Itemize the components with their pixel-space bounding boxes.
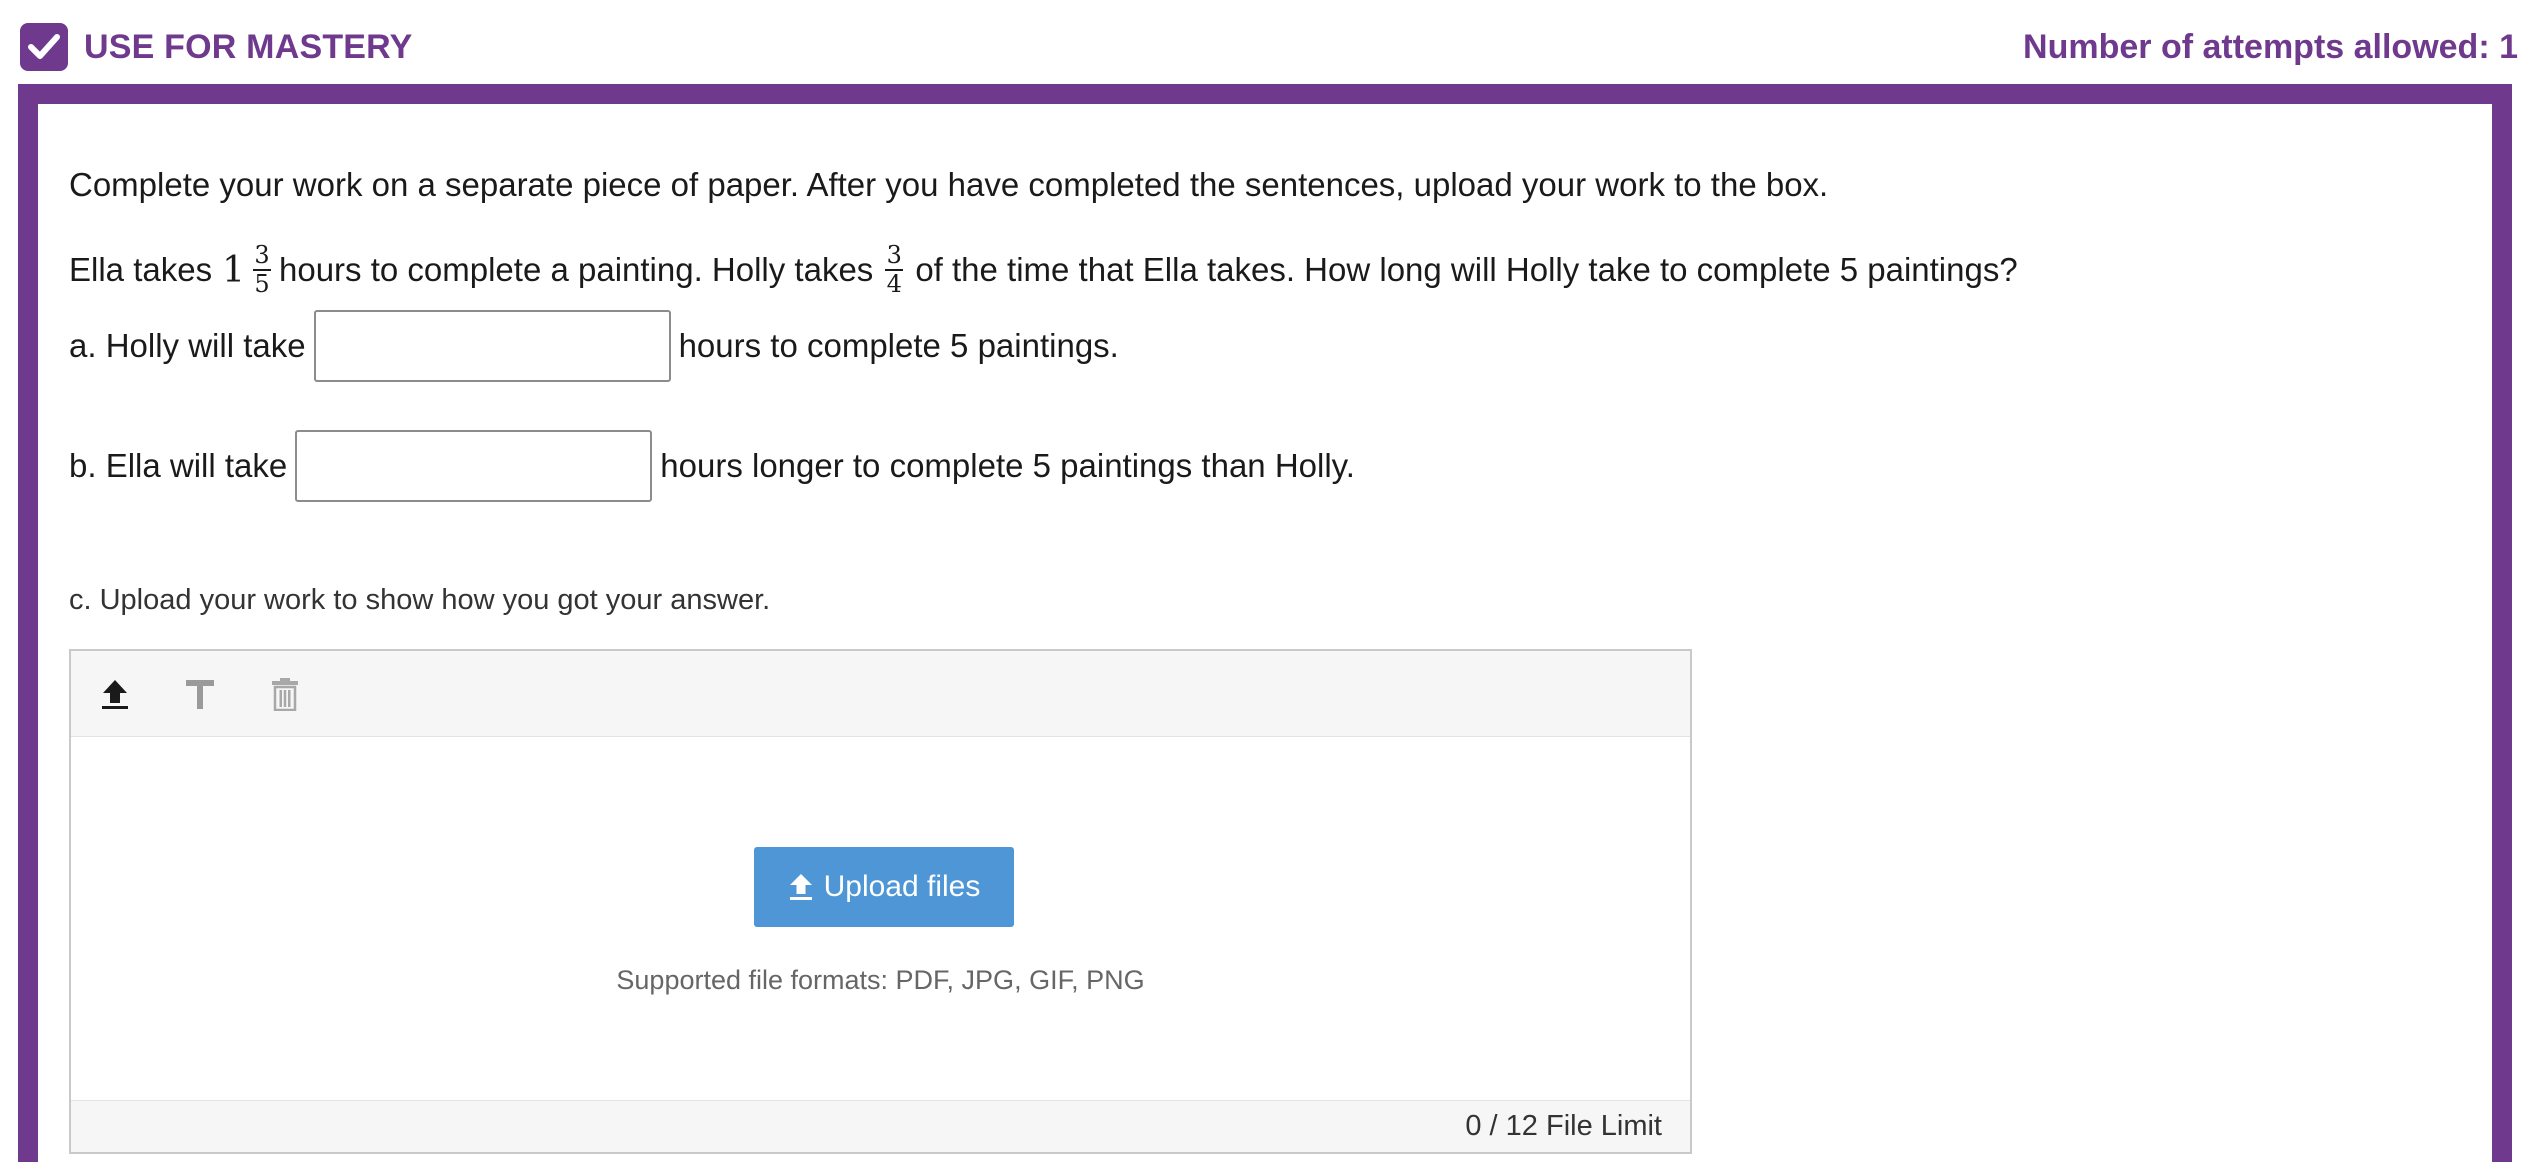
upload-icon[interactable] (93, 672, 137, 716)
ella-time-fraction: 3 5 (252, 241, 271, 298)
attempts-allowed: Number of attempts allowed: 1 (2023, 27, 2518, 66)
part-b-prefix: b. Ella will take (69, 447, 288, 484)
assignment-header: USE FOR MASTERY Number of attempts allow… (0, 0, 2530, 84)
checkbox-checked-icon[interactable] (20, 23, 68, 71)
part-a-suffix: hours to complete 5 paintings. (678, 327, 1119, 364)
problem-text-1: Ella takes (69, 251, 213, 288)
problem-statement: Ella takes 1 3 5 hours to complete a pai… (69, 224, 2018, 316)
fraction-numerator: 3 (886, 241, 902, 269)
upload-files-button[interactable]: Upload files (754, 847, 1014, 927)
part-c-prompt: c. Upload your work to show how you got … (69, 584, 771, 616)
part-b: b. Ella will take hours longer to comple… (69, 429, 1355, 503)
upload-footer: 0 / 12 File Limit (71, 1100, 1690, 1152)
mastery-label: USE FOR MASTERY (84, 27, 413, 66)
part-a-answer-input[interactable] (313, 310, 671, 382)
trash-icon[interactable] (263, 672, 307, 716)
question-frame: Complete your work on a separate piece o… (18, 84, 2512, 1162)
supported-formats-text: Supported file formats: PDF, JPG, GIF, P… (616, 965, 1145, 995)
fraction-numerator: 3 (254, 241, 270, 269)
part-b-suffix: hours longer to complete 5 paintings tha… (660, 447, 1355, 484)
use-for-mastery[interactable]: USE FOR MASTERY (20, 22, 413, 72)
ella-time-mixed-number: 1 3 5 (222, 243, 275, 297)
upload-toolbar (71, 651, 1690, 737)
upload-files-label: Upload files (823, 870, 981, 903)
holly-fraction: 3 4 (885, 241, 904, 298)
fraction-denominator: 4 (886, 270, 902, 298)
ella-time-whole: 1 (222, 249, 245, 291)
instruction-text: Complete your work on a separate piece o… (69, 166, 1829, 203)
part-a: a. Holly will take hours to complete 5 p… (69, 309, 1119, 383)
upload-icon (789, 874, 812, 900)
part-a-prefix: a. Holly will take (69, 327, 306, 364)
problem-text-2: hours to complete a painting. Holly take… (278, 251, 874, 288)
page: USE FOR MASTERY Number of attempts allow… (0, 0, 2530, 1162)
file-limit-counter: 0 / 12 File Limit (1465, 1110, 1662, 1142)
text-icon[interactable] (178, 672, 222, 716)
question-panel: Complete your work on a separate piece o… (38, 104, 2492, 1162)
fraction-denominator: 5 (254, 270, 270, 298)
problem-text-3: of the time that Ella takes. How long wi… (915, 251, 2018, 288)
file-upload-widget: Upload files Supported file formats: PDF… (69, 649, 1692, 1154)
part-b-answer-input[interactable] (295, 430, 653, 502)
